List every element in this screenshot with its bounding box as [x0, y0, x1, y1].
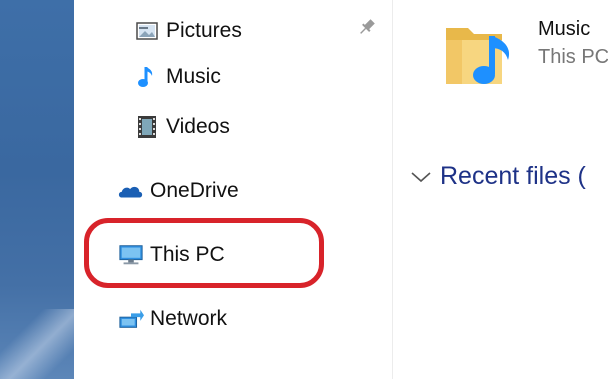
pin-icon[interactable] — [356, 16, 378, 38]
network-icon — [118, 308, 144, 330]
nav-item-onedrive[interactable]: OneDrive — [118, 174, 239, 208]
onedrive-icon — [118, 180, 144, 202]
recent-files-title: Recent files ( — [440, 162, 586, 190]
nav-label-music: Music — [166, 65, 221, 88]
music-folder-location: This PC — [538, 46, 608, 68]
nav-item-this-pc[interactable]: This PC — [118, 238, 225, 272]
content-pane: Music This PC Recent files ( — [392, 0, 608, 379]
nav-label-pictures: Pictures — [166, 19, 242, 42]
nav-item-network[interactable]: Network — [118, 302, 227, 336]
videos-icon — [134, 116, 160, 138]
nav-label-network: Network — [150, 307, 228, 330]
music-folder-icon — [446, 28, 510, 84]
this-pc-icon — [118, 244, 144, 266]
pictures-icon — [134, 20, 160, 42]
nav-label-videos: Videos — [166, 115, 230, 138]
chevron-down-icon — [411, 171, 431, 182]
music-folder-tile[interactable]: Music This PC — [442, 14, 608, 94]
music-icon — [134, 66, 160, 88]
desktop-background — [0, 0, 74, 379]
nav-item-videos[interactable]: Videos — [134, 110, 230, 144]
nav-item-music[interactable]: Music — [134, 60, 221, 94]
navigation-pane: Pictures Music Videos OneDrive This PC N… — [74, 0, 393, 379]
music-folder-name: Music — [538, 18, 591, 40]
recent-files-header[interactable]: Recent files ( — [410, 162, 586, 191]
nav-item-pictures[interactable]: Pictures — [134, 14, 242, 48]
nav-label-this-pc: This PC — [150, 243, 225, 266]
nav-label-onedrive: OneDrive — [150, 179, 239, 202]
